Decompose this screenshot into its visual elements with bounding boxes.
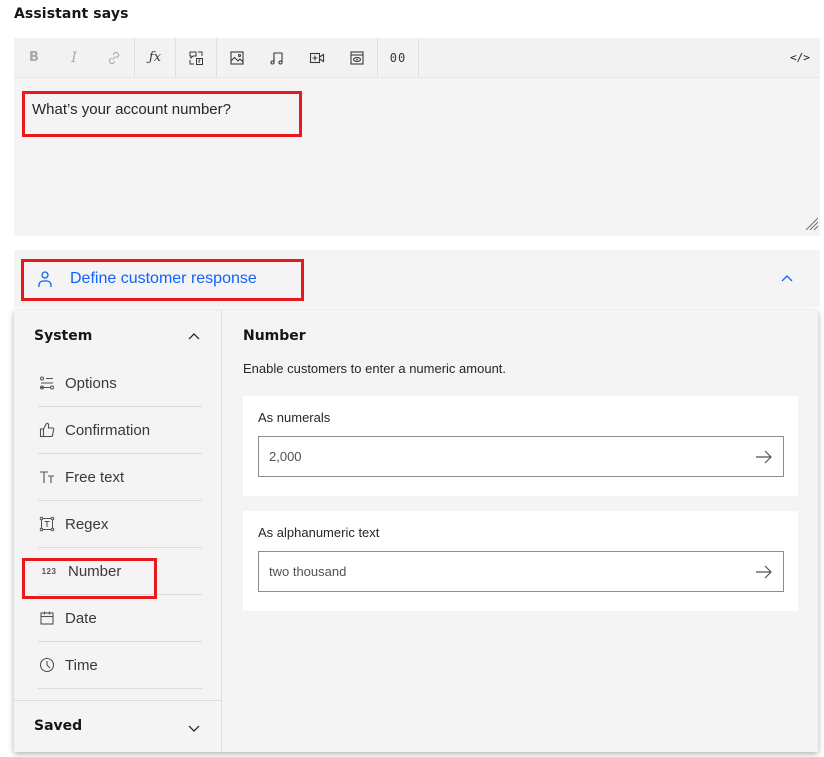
layout-group: 00 bbox=[378, 38, 419, 77]
response-type-free-text[interactable]: Free text bbox=[38, 454, 202, 501]
chevron-down-icon bbox=[188, 725, 200, 732]
columns-button[interactable]: 00 bbox=[378, 38, 418, 77]
system-header[interactable]: System bbox=[34, 328, 92, 344]
response-type-date[interactable]: Date bbox=[38, 595, 202, 642]
example-input[interactable]: 2,000 bbox=[258, 436, 784, 477]
format-group: B I bbox=[14, 38, 135, 77]
bold-icon: B bbox=[29, 50, 39, 65]
audio-icon bbox=[270, 51, 283, 65]
editor-content[interactable]: What’s your account number? bbox=[22, 91, 302, 137]
multi-response-icon bbox=[189, 51, 203, 65]
text-icon bbox=[38, 468, 56, 486]
thumbs-up-icon bbox=[38, 421, 56, 439]
clock-icon bbox=[38, 656, 56, 674]
chevron-up-icon[interactable] bbox=[188, 332, 200, 342]
detail-description: Enable customers to enter a numeric amou… bbox=[243, 361, 507, 376]
columns-icon: 00 bbox=[389, 50, 407, 65]
response-type-panel: System Options Confirmation Free text Re… bbox=[14, 310, 818, 752]
chevron-up-icon[interactable] bbox=[780, 272, 794, 284]
item-label: Free text bbox=[65, 468, 125, 486]
user-icon bbox=[38, 271, 52, 287]
saved-header: Saved bbox=[34, 718, 83, 734]
multi-response-button[interactable] bbox=[176, 38, 216, 77]
video-button[interactable] bbox=[297, 38, 337, 77]
response-group bbox=[176, 38, 217, 77]
highlight-box bbox=[22, 558, 157, 599]
example-card: As numerals 2,000 bbox=[243, 396, 798, 496]
response-type-regex[interactable]: Regex bbox=[38, 501, 202, 548]
resize-handle-icon[interactable] bbox=[804, 216, 818, 230]
example-value: two thousand bbox=[269, 564, 347, 579]
item-label: Time bbox=[65, 656, 98, 674]
link-button[interactable] bbox=[94, 38, 134, 77]
code-view-button[interactable]: </> bbox=[780, 38, 820, 77]
response-type-list: System Options Confirmation Free text Re… bbox=[14, 310, 222, 752]
regex-icon bbox=[38, 515, 56, 533]
detail-title: Number bbox=[243, 328, 306, 344]
example-label: As alphanumeric text bbox=[258, 525, 380, 540]
media-group bbox=[217, 38, 378, 77]
response-type-detail: Number Enable customers to enter a numer… bbox=[222, 310, 818, 752]
image-button[interactable] bbox=[217, 38, 257, 77]
response-type-options[interactable]: Options bbox=[38, 360, 202, 407]
italic-button[interactable]: I bbox=[54, 38, 94, 77]
item-label: Confirmation bbox=[65, 421, 151, 439]
options-icon bbox=[38, 374, 56, 392]
calendar-icon bbox=[38, 609, 56, 627]
function-group: ƒx bbox=[135, 38, 176, 77]
response-type-confirmation[interactable]: Confirmation bbox=[38, 407, 202, 454]
example-input[interactable]: two thousand bbox=[258, 551, 784, 592]
response-type-time[interactable]: Time bbox=[38, 642, 202, 689]
define-customer-response-label[interactable]: Define customer response bbox=[70, 270, 257, 288]
audio-button[interactable] bbox=[257, 38, 297, 77]
rich-text-toolbar: B I ƒx 00 </> bbox=[14, 38, 820, 78]
image-icon bbox=[230, 50, 244, 65]
arrow-right-icon[interactable] bbox=[755, 449, 773, 465]
function-icon: ƒx bbox=[148, 50, 162, 65]
italic-icon: I bbox=[71, 49, 77, 66]
bold-button[interactable]: B bbox=[14, 38, 54, 77]
code-icon: </> bbox=[790, 51, 810, 64]
iframe-embed-icon bbox=[350, 50, 364, 65]
item-label: Date bbox=[65, 609, 97, 627]
section-title: Assistant says bbox=[14, 6, 129, 22]
function-button[interactable]: ƒx bbox=[135, 38, 175, 77]
link-icon bbox=[108, 51, 120, 64]
example-label: As numerals bbox=[258, 410, 331, 425]
example-card: As alphanumeric text two thousand bbox=[243, 511, 798, 611]
item-label: Regex bbox=[65, 515, 109, 533]
example-value: 2,000 bbox=[269, 449, 302, 464]
iframe-button[interactable] bbox=[337, 38, 377, 77]
video-icon bbox=[309, 52, 325, 63]
saved-section[interactable]: Saved bbox=[14, 700, 221, 752]
item-label: Options bbox=[65, 374, 117, 392]
arrow-right-icon[interactable] bbox=[755, 564, 773, 580]
